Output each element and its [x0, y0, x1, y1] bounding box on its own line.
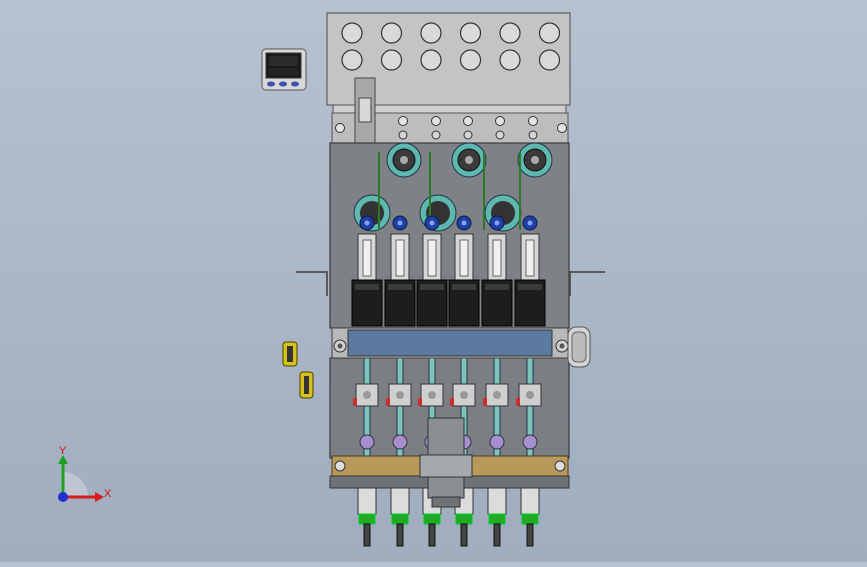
shaft	[362, 239, 372, 277]
knob-center	[461, 220, 467, 226]
knob-center	[397, 220, 403, 226]
lower-pulley	[489, 434, 505, 450]
shaft	[525, 239, 535, 277]
bolt	[335, 123, 345, 133]
nozzle-collar	[488, 513, 506, 525]
bolt	[463, 116, 473, 126]
cad-viewport[interactable]: Y X	[0, 0, 867, 562]
nozzle-tip[interactable]	[428, 523, 436, 547]
plate-hole	[459, 22, 482, 44]
nozzle-collar	[521, 513, 539, 525]
nozzle-tip[interactable]	[526, 523, 534, 547]
lower-pulley	[359, 434, 375, 450]
nozzle-tip[interactable]	[363, 523, 371, 547]
spring-bolt	[460, 391, 468, 399]
nozzle-collar	[423, 513, 441, 525]
spring-bolt	[396, 391, 404, 399]
pressure-display-unit[interactable]	[261, 48, 307, 91]
bolt	[528, 130, 538, 140]
plate-hole	[420, 49, 442, 71]
spring-bolt	[526, 391, 534, 399]
pulley-axle	[465, 156, 473, 164]
plate-hole	[538, 49, 561, 71]
bolt	[528, 116, 538, 126]
lower-pulley	[392, 434, 408, 450]
indicator-mark	[483, 398, 487, 406]
bolt	[557, 123, 567, 133]
bolt	[463, 130, 473, 140]
nozzle-collar	[358, 513, 376, 525]
plate-hole	[499, 49, 521, 71]
z-axis-point	[58, 492, 68, 502]
plate-hole	[420, 22, 442, 44]
plate-hole	[380, 22, 403, 44]
motor-cap	[452, 284, 476, 290]
knob-center	[494, 220, 500, 226]
knob-center	[364, 220, 370, 226]
nozzle-body[interactable]	[487, 485, 507, 515]
indicator-mark	[418, 398, 422, 406]
plate-hole	[499, 22, 521, 44]
indicator-mark	[353, 398, 357, 406]
bolt	[431, 116, 441, 126]
bolt	[398, 116, 408, 126]
nozzle-tip[interactable]	[460, 523, 468, 547]
plate-hole	[341, 22, 363, 44]
spring-bolt	[363, 391, 371, 399]
indicator-mark	[450, 398, 454, 406]
plate-hole	[341, 49, 363, 71]
bolt	[398, 130, 408, 140]
pulley-axle	[531, 156, 539, 164]
plate-hole	[538, 22, 561, 44]
nozzle-body[interactable]	[390, 485, 410, 515]
nozzle-tip[interactable]	[396, 523, 404, 547]
motor-cap	[420, 284, 444, 290]
side-rollers[interactable]	[282, 341, 314, 399]
knob-center	[527, 220, 533, 226]
bolt	[495, 130, 505, 140]
motor-cap	[388, 284, 412, 290]
spring-bolt	[428, 391, 436, 399]
nozzle-body[interactable]	[357, 485, 377, 515]
y-axis-label: Y	[59, 445, 67, 457]
plate-hole	[459, 49, 482, 71]
lower-pulley	[522, 434, 538, 450]
central-cylinder[interactable]	[419, 417, 473, 508]
shaft	[492, 239, 502, 277]
nozzle-body[interactable]	[520, 485, 540, 515]
plate-hole	[380, 49, 403, 71]
shaft	[427, 239, 437, 277]
nozzle-tip[interactable]	[493, 523, 501, 547]
bolt	[495, 116, 505, 126]
indicator-mark	[386, 398, 390, 406]
coordinate-triad: Y X	[58, 445, 112, 502]
motor-cap	[485, 284, 509, 290]
motor-cap	[355, 284, 379, 290]
x-axis-label: X	[104, 488, 112, 500]
bolt	[431, 130, 441, 140]
nozzle-collar	[455, 513, 473, 525]
indicator-mark	[516, 398, 520, 406]
nozzle-collar	[391, 513, 409, 525]
pulley-axle	[400, 156, 408, 164]
spring-bolt	[493, 391, 501, 399]
knob-center	[429, 220, 435, 226]
motor-cap	[518, 284, 542, 290]
shaft	[459, 239, 469, 277]
shaft	[395, 239, 405, 277]
